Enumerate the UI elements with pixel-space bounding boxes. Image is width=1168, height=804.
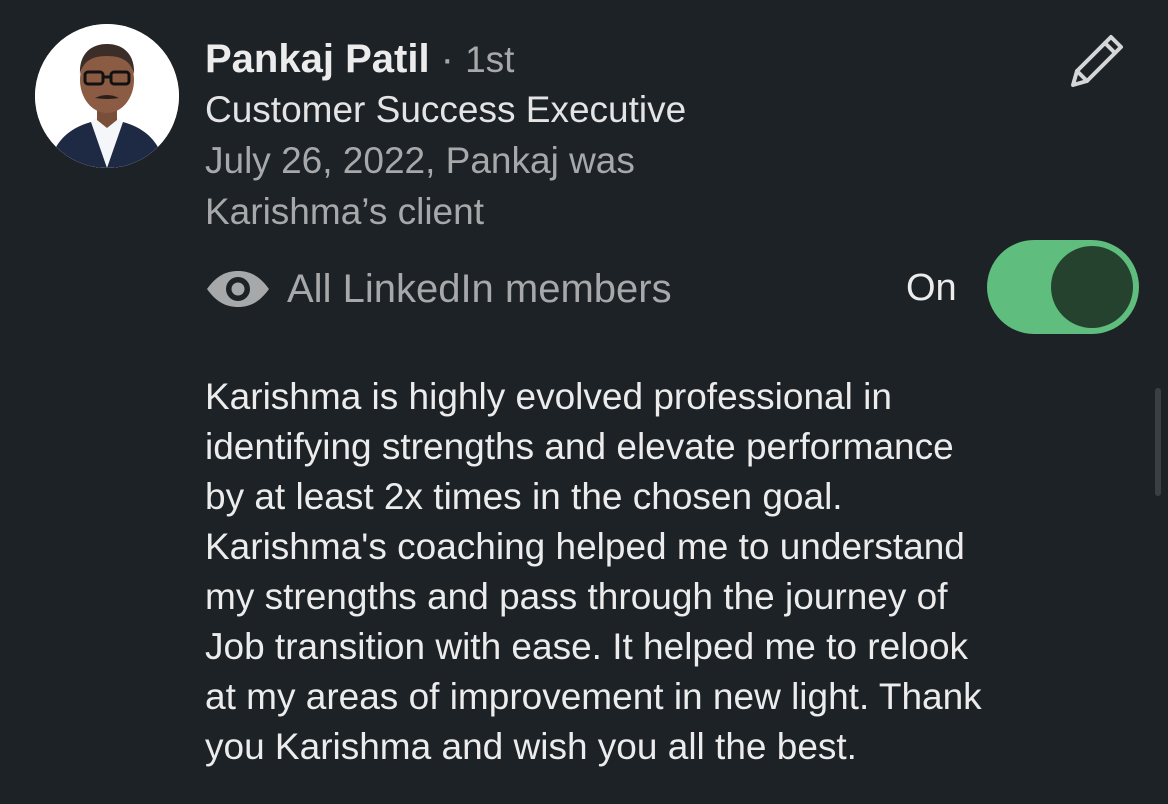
relationship-text: July 26, 2022, Pankaj was Karishma’s cli… — [205, 140, 635, 232]
recommendation-text: Karishma is highly evolved professional … — [205, 376, 982, 767]
visibility-toggle[interactable] — [987, 240, 1139, 334]
connection-degree: 1st — [465, 39, 515, 80]
visibility-setting: All LinkedIn members — [205, 262, 672, 316]
toggle-knob[interactable] — [1051, 246, 1133, 328]
recommender-name[interactable]: Pankaj Patil — [205, 37, 430, 81]
profile-photo — [35, 24, 179, 168]
pencil-icon — [1071, 35, 1123, 87]
name-separator: · — [429, 37, 466, 81]
visibility-label: All LinkedIn members — [287, 266, 672, 311]
edit-button[interactable] — [1064, 28, 1130, 94]
eye-icon — [205, 269, 271, 309]
name-line: Pankaj Patil · 1st — [205, 34, 1035, 85]
recommender-info: Pankaj Patil · 1st Customer Success Exec… — [205, 34, 1035, 237]
avatar[interactable] — [35, 24, 179, 168]
toggle-state-label: On — [906, 267, 957, 309]
scrollbar[interactable] — [1155, 388, 1161, 496]
recommender-headline: Customer Success Executive — [205, 89, 687, 130]
